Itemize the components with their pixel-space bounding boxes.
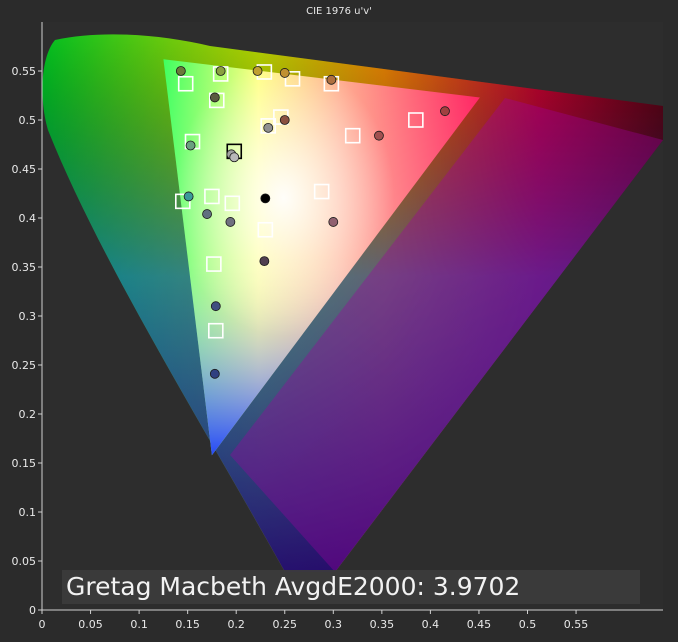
y-tick-label: 0.45 [12,163,37,176]
measured-point [259,256,270,267]
y-axis-ticks: 0 0.05 0.1 0.15 0.2 0.25 0.3 0.35 0.4 0.45 0.5 0.55 [12,65,42,617]
x-tick-label: 0.35 [370,618,395,631]
measured-point [263,122,274,133]
measured-point [252,66,263,76]
y-tick-label: 0.5 [19,114,37,127]
measured-point [183,191,194,202]
x-tick-label: 0.55 [564,618,589,631]
x-axis-ticks: 0 0.05 0.1 0.15 0.2 0.25 0.3 0.35 0.4 0.45 0.5 0.55 [39,610,589,631]
y-tick-label: 0.1 [19,506,37,519]
measured-point [210,301,221,312]
x-tick-label: 0.5 [519,618,537,631]
measured-point [215,66,226,76]
measured-point [209,368,220,379]
measured-point [440,106,450,117]
x-tick-label: 0.15 [175,618,200,631]
avg-de-annotation: Gretag Macbeth AvgdE2000: 3.9702 [62,570,640,604]
y-tick-label: 0.05 [12,555,37,568]
measured-point [225,217,236,227]
cie-chart: CIE 1976 u'v' 0 0.05 0.1 0.15 0.2 0.25 0.3 0.35… [12,6,663,631]
y-tick-label: 0 [29,604,36,617]
measured-point [374,130,384,141]
x-tick-label: 0.1 [130,618,148,631]
y-tick-label: 0.2 [19,408,37,421]
measured-point [279,115,290,125]
x-tick-label: 0.05 [78,618,103,631]
y-tick-label: 0.4 [19,212,37,225]
measured-point [185,140,196,151]
x-tick-label: 0.4 [422,618,440,631]
y-tick-label: 0.25 [12,359,37,372]
x-tick-label: 0.45 [467,618,492,631]
y-tick-label: 0.15 [12,457,37,470]
x-tick-label: 0.3 [325,618,343,631]
measured-point [328,217,339,227]
y-tick-label: 0.3 [19,310,37,323]
measured-point [260,193,271,204]
measured-point [175,66,186,76]
x-tick-label: 0.25 [273,618,298,631]
y-tick-label: 0.55 [12,65,37,78]
chart-frame: CIE 1976 u'v' 0 0.05 0.1 0.15 0.2 0.25 0.3 0.35… [0,0,678,642]
x-tick-label: 0.2 [227,618,245,631]
chart-title: CIE 1976 u'v' [306,6,372,17]
y-tick-label: 0.35 [12,261,37,274]
measured-point [279,68,290,78]
measured-point [326,74,337,85]
measured-point [202,209,212,219]
measured-point [229,152,240,163]
measured-point [209,92,220,103]
x-tick-label: 0 [39,618,46,631]
